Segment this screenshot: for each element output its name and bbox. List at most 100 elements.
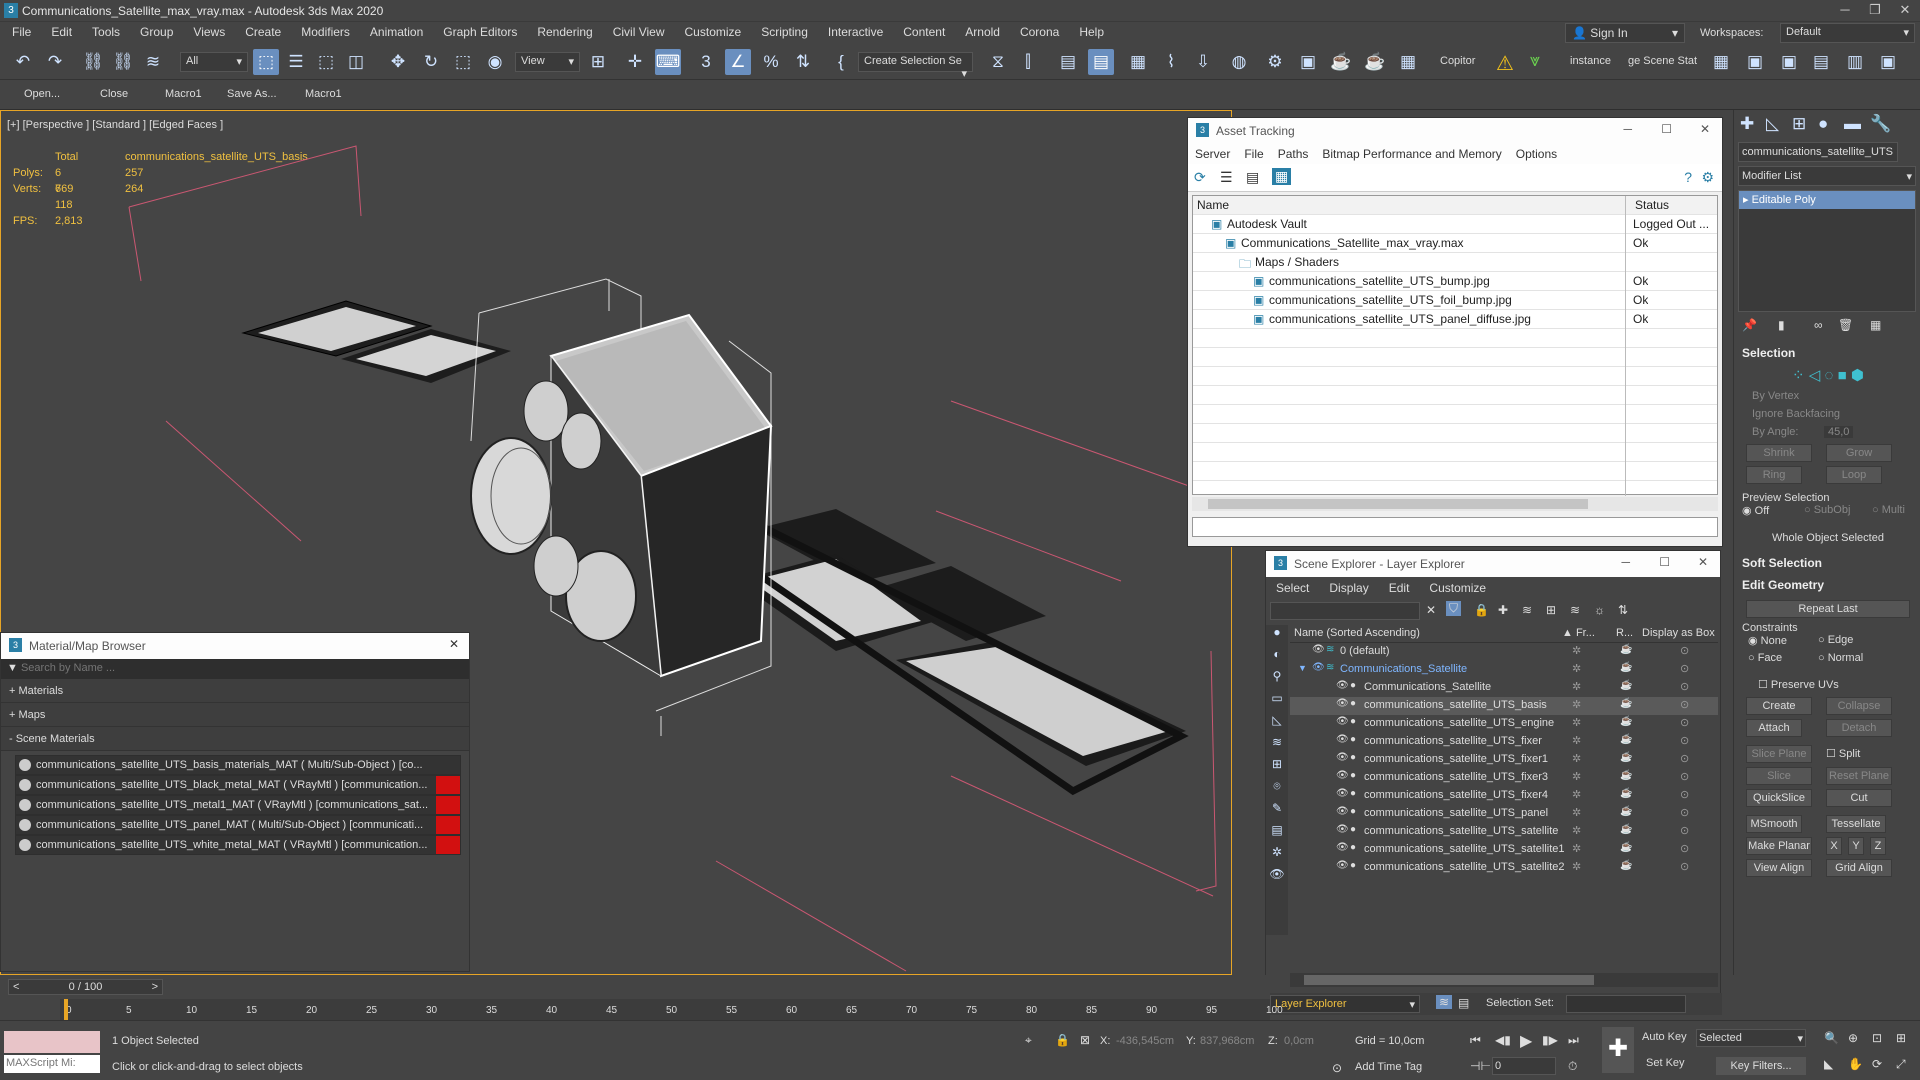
asset-row[interactable]: ▣ communications_satellite_UTS_bump.jpg Ok bbox=[1193, 272, 1717, 291]
maximize-icon[interactable]: ☐ bbox=[1661, 122, 1672, 136]
instance-label[interactable]: instance bbox=[1570, 55, 1611, 67]
curve-editor-icon[interactable]: ⌇ bbox=[1158, 49, 1184, 75]
window-crossing-icon[interactable]: ◫ bbox=[343, 49, 369, 75]
asset-row[interactable]: 🗀 Maps / Shaders bbox=[1193, 253, 1717, 272]
sort-icon[interactable]: ⇅ bbox=[1618, 603, 1628, 617]
material-item[interactable]: communications_satellite_UTS_white_metal… bbox=[15, 835, 461, 855]
y-coord-field[interactable]: 837,968cm bbox=[1200, 1035, 1254, 1047]
scene-search-input[interactable] bbox=[1270, 602, 1420, 620]
bind-spacewarp-icon[interactable]: ≋ bbox=[140, 49, 166, 75]
scene-hscrollbar[interactable] bbox=[1290, 973, 1718, 987]
col-status[interactable]: Status bbox=[1635, 198, 1669, 212]
tool-icon-a[interactable]: ▦ bbox=[1708, 49, 1734, 75]
menu-tools[interactable]: Tools bbox=[82, 22, 130, 44]
tool-icon-d[interactable]: ▤ bbox=[1808, 49, 1834, 75]
display-as-box-icon[interactable]: ⊙ bbox=[1680, 698, 1689, 711]
menu-rendering[interactable]: Rendering bbox=[527, 22, 602, 44]
prev-key-icon[interactable]: ◀▮ bbox=[1495, 1033, 1511, 1047]
split-checkbox[interactable]: ☐ Split bbox=[1826, 747, 1860, 760]
menu-corona[interactable]: Corona bbox=[1010, 22, 1069, 44]
table-view-icon[interactable]: ▦ bbox=[1272, 168, 1292, 185]
material-editor-icon[interactable]: ◍ bbox=[1226, 49, 1252, 75]
selection-filter-dropdown[interactable]: All ▾ bbox=[180, 52, 248, 72]
sign-in-button[interactable]: 👤 Sign In ▾ bbox=[1565, 23, 1685, 43]
edit-geometry-section[interactable]: Edit Geometry bbox=[1742, 578, 1914, 592]
material-browser-titlebar[interactable]: 3 Material/Map Browser ✕ bbox=[1, 633, 469, 659]
freeze-icon[interactable]: ✲ bbox=[1572, 770, 1581, 783]
layer-explorer-icon[interactable]: ▤ bbox=[1088, 49, 1114, 75]
menu-edit[interactable]: Edit bbox=[41, 22, 82, 44]
maxscript-field[interactable]: MAXScript Mi: bbox=[4, 1055, 100, 1073]
slice-plane-button[interactable]: Slice Plane bbox=[1746, 745, 1812, 763]
clear-search-icon[interactable]: ✕ bbox=[1426, 603, 1436, 617]
detail-view-icon[interactable]: ▤ bbox=[1246, 169, 1259, 186]
macro1-button[interactable]: Macro1 bbox=[165, 88, 202, 100]
visibility-eye-icon[interactable]: 👁 bbox=[1336, 806, 1349, 817]
visibility-eye-icon[interactable]: 👁 bbox=[1312, 644, 1325, 655]
constraint-edge-radio[interactable]: ○ Edge bbox=[1818, 634, 1853, 646]
col-name-sorted[interactable]: Name (Sorted Ascending) bbox=[1294, 627, 1420, 639]
col-freeze[interactable]: ▲ Fr... bbox=[1562, 627, 1595, 639]
asset-menu-paths[interactable]: Paths bbox=[1271, 144, 1316, 161]
renderable-icon[interactable]: ☕ bbox=[1620, 680, 1632, 691]
side-tool-icon[interactable]: ▭ bbox=[1266, 691, 1288, 713]
scene-tree-row[interactable]: 👁 ● communications_satellite_UTS_satellite… bbox=[1290, 841, 1718, 859]
keyboard-shortcut-icon[interactable]: ⌨ bbox=[655, 49, 681, 75]
x-coord-field[interactable]: -436,545cm bbox=[1116, 1035, 1174, 1047]
add-layer-icon[interactable]: ✚ bbox=[1498, 603, 1508, 617]
scene-tree-row[interactable]: 👁 ● Communications_Satellite ✲ ☕ ⊙ bbox=[1290, 679, 1718, 697]
side-tool-icon[interactable]: ◺ bbox=[1266, 713, 1288, 735]
constraint-none-radio[interactable]: ◉ None bbox=[1748, 634, 1787, 647]
motion-tab-icon[interactable]: ● bbox=[1818, 114, 1828, 134]
scene-tree-row[interactable]: 👁 ≋ 0 (default) ✲ ☕ ⊙ bbox=[1290, 643, 1718, 661]
display-as-box-icon[interactable]: ⊙ bbox=[1680, 680, 1689, 693]
display-as-box-icon[interactable]: ⊙ bbox=[1680, 662, 1689, 675]
place-icon[interactable]: ◉ bbox=[482, 49, 508, 75]
hierarchy-icon[interactable]: ⊞ bbox=[1546, 603, 1556, 617]
display-as-box-icon[interactable]: ⊙ bbox=[1680, 842, 1689, 855]
scene-menu-display[interactable]: Display bbox=[1319, 577, 1378, 595]
side-tool-icon[interactable]: ▤ bbox=[1266, 823, 1288, 845]
col-display-as-box[interactable]: Display as Box bbox=[1642, 627, 1715, 639]
freeze-icon[interactable]: ✲ bbox=[1572, 824, 1581, 837]
visibility-eye-icon[interactable]: 👁 bbox=[1312, 662, 1325, 673]
pivot-icon[interactable]: ⊞ bbox=[585, 49, 611, 75]
modify-tab-icon[interactable]: ◺ bbox=[1766, 114, 1779, 134]
by-angle-checkbox[interactable]: By Angle: bbox=[1752, 426, 1798, 438]
scene-tree-row[interactable]: 👁 ● communications_satellite_UTS_satellite… bbox=[1290, 823, 1718, 841]
msmooth-button[interactable]: MSmooth bbox=[1746, 815, 1802, 833]
selection-set-field[interactable] bbox=[1566, 995, 1686, 1013]
renderable-icon[interactable]: ☕ bbox=[1620, 842, 1632, 853]
utilities-tab-icon[interactable]: 🔧 bbox=[1870, 114, 1891, 134]
constraint-normal-radio[interactable]: ○ Normal bbox=[1818, 652, 1863, 664]
help-icon[interactable]: ? bbox=[1684, 169, 1692, 185]
select-manipulate-icon[interactable]: ✛ bbox=[622, 49, 648, 75]
render-iterative-icon[interactable]: ☕ bbox=[1362, 49, 1388, 75]
renderable-icon[interactable]: ☕ bbox=[1620, 698, 1632, 709]
scene-tree-row[interactable]: 👁 ● communications_satellite_UTS_satellite… bbox=[1290, 859, 1718, 877]
quickslice-button[interactable]: QuickSlice bbox=[1746, 789, 1812, 807]
grid-render-icon[interactable]: ▦ bbox=[1395, 49, 1421, 75]
visibility-eye-icon[interactable]: 👁 bbox=[1336, 734, 1349, 745]
grid-align-button[interactable]: Grid Align bbox=[1826, 859, 1892, 877]
visibility-eye-icon[interactable]: 👁 bbox=[1336, 752, 1349, 763]
align-icon[interactable]: ⫿ bbox=[1015, 49, 1041, 75]
menu-scripting[interactable]: Scripting bbox=[751, 22, 818, 44]
rotate-icon[interactable]: ↻ bbox=[418, 49, 444, 75]
visibility-eye-icon[interactable]: 👁 bbox=[1336, 860, 1349, 871]
asset-menu-bitmap-performance-and-memory[interactable]: Bitmap Performance and Memory bbox=[1315, 144, 1508, 161]
menu-arnold[interactable]: Arnold bbox=[955, 22, 1010, 44]
visibility-eye-icon[interactable]: 👁 bbox=[1336, 698, 1349, 709]
copitor-label[interactable]: Copitor bbox=[1440, 55, 1475, 67]
constraint-face-radio[interactable]: ○ Face bbox=[1748, 652, 1782, 664]
material-group[interactable]: + Maps bbox=[1, 703, 469, 727]
object-name-field[interactable]: communications_satellite_UTS bbox=[1738, 142, 1898, 162]
select-object-icon[interactable]: ⬚ bbox=[253, 49, 279, 75]
zoom-icon[interactable]: 🔍 bbox=[1824, 1031, 1839, 1045]
scene-tree-row[interactable]: 👁 ● communications_satellite_UTS_fixer1 ✲ ☕ ⊙ bbox=[1290, 751, 1718, 769]
double-chevron-icon[interactable]: ⩔ bbox=[1530, 50, 1540, 71]
ribbon-icon[interactable]: ▦ bbox=[1125, 49, 1151, 75]
soft-selection-section[interactable]: Soft Selection bbox=[1742, 556, 1914, 570]
renderable-icon[interactable]: ☕ bbox=[1620, 752, 1632, 763]
open-button[interactable]: Open... bbox=[24, 88, 60, 100]
